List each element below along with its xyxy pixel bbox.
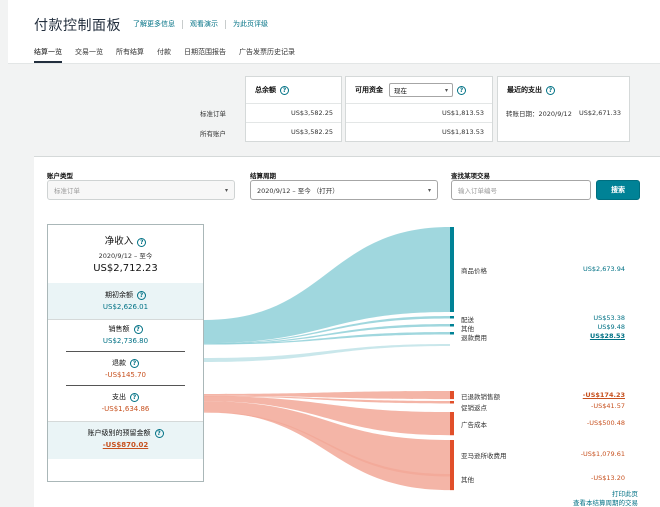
help-icon[interactable]: ? [154, 429, 164, 438]
outflow-label: 亚马逊所收费用 [461, 452, 507, 460]
net-income-breakdown: 净收入? 2020/9/12 – 至今 US$2,712.23 期初余额? US… [47, 224, 204, 482]
payments-dashboard: 付款控制面板 了解更多信息 观看演示 为此页评级 结算一览 交易一览 所有结算 … [0, 0, 660, 507]
outflow-label: 已退款销售额 [461, 393, 500, 401]
sankey-outflow-node [450, 401, 454, 404]
sankey-inflow-node [450, 316, 454, 319]
reserve-section: 账户级别的预留金额? -US$870.02 [48, 421, 203, 459]
help-icon[interactable]: ? [130, 393, 139, 402]
net-income-period: 2020/9/12 – 至今 [98, 252, 153, 260]
sankey-outflow-node [450, 412, 454, 436]
sankey-inflow-node [450, 227, 454, 312]
sankey-outflow-node [450, 391, 454, 400]
refunds-label: 退款 [112, 359, 126, 367]
sankey-outflow-node [450, 474, 454, 477]
expenses-value: -US$1,634.86 [101, 405, 150, 413]
refunds-section: 退款? -US$145.70 [48, 358, 203, 379]
divider [66, 385, 185, 386]
net-income-amount: US$2,712.23 [93, 263, 158, 274]
inflow-label: 商品价格 [461, 267, 487, 275]
sales-section: 销售额? US$2,736.80 [48, 324, 203, 345]
opening-balance-section: 期初余额? US$2,626.01 [48, 283, 203, 319]
inflow-value-link[interactable]: US$28.53 [590, 332, 625, 340]
inflow-value: US$9.48 [597, 323, 626, 331]
outflow-value: -US$500.48 [586, 419, 625, 427]
outflow-label: 促销返点 [461, 404, 487, 412]
inflow-value: US$2,673.94 [583, 265, 625, 273]
expenses-section: 支出? -US$1,634.86 [48, 392, 203, 413]
net-income-title: 净收入 [104, 236, 134, 247]
refunds-value: -US$145.70 [104, 371, 147, 379]
sales-value: US$2,736.80 [102, 337, 149, 345]
divider [48, 319, 203, 320]
outflow-label: 其他 [461, 476, 474, 484]
help-icon[interactable]: ? [133, 325, 143, 334]
view-transactions-link[interactable]: 查看本结算周期的交易 [573, 497, 638, 507]
sankey-inflow-node [450, 332, 454, 335]
opening-balance-label: 期初余额 [105, 291, 133, 299]
divider [66, 351, 185, 352]
inflow-value: US$53.38 [593, 314, 625, 322]
help-icon[interactable]: ? [137, 238, 147, 247]
reserve-value-link[interactable]: -US$870.02 [48, 441, 203, 449]
outflow-label: 广告成本 [461, 421, 487, 429]
sankey-refund-band [204, 344, 450, 362]
net-income-section: 净收入? 2020/9/12 – 至今 US$2,712.23 [48, 233, 203, 274]
outflow-value: -US$1,079.61 [580, 450, 625, 458]
reserve-label: 账户级别的预留金额 [87, 429, 151, 437]
outflow-value-link[interactable]: -US$174.23 [583, 391, 625, 399]
sankey-outflow-node [450, 440, 454, 491]
opening-balance-value: US$2,626.01 [102, 303, 149, 311]
expenses-label: 支出 [112, 393, 126, 401]
outflow-value: -US$13.20 [591, 474, 625, 482]
outflow-value: -US$41.57 [591, 402, 625, 410]
sankey-inflow-node [450, 324, 454, 327]
help-icon[interactable]: ? [137, 291, 146, 300]
help-icon[interactable]: ? [130, 359, 139, 368]
inflow-label: 退款费用 [461, 334, 487, 342]
sales-label: 销售额 [108, 325, 130, 333]
